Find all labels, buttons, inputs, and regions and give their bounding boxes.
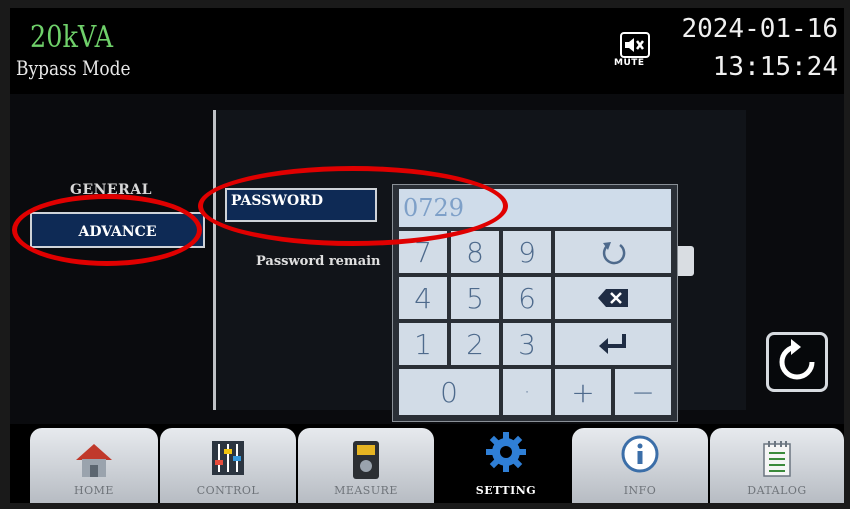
key-9[interactable]: 9 [503, 231, 551, 273]
mute-button[interactable]: MUTE [610, 22, 656, 76]
key-3[interactable]: 3 [503, 323, 551, 365]
key-backspace[interactable] [555, 277, 671, 319]
nav-measure-label: MEASURE [334, 484, 398, 497]
nav-home[interactable]: HOME [30, 428, 158, 503]
backspace-icon [598, 289, 628, 307]
bottom-nav: HOME CONTROL MEASURE SETTING INFO DATALO… [10, 424, 844, 503]
home-icon [76, 444, 112, 477]
key-0[interactable]: 0 [399, 369, 499, 415]
key-4[interactable]: 4 [399, 277, 447, 319]
nav-info-label: INFO [623, 484, 657, 497]
undo-icon [602, 242, 626, 265]
annotation-ring-password [198, 166, 508, 246]
key-6[interactable]: 6 [503, 277, 551, 319]
key-minus[interactable]: − [615, 369, 671, 415]
nav-control-label: CONTROL [196, 484, 260, 497]
password-remain-label: Password remain [256, 254, 381, 269]
nav-setting-label: SETTING [475, 484, 537, 497]
nav-home-label: HOME [74, 484, 114, 497]
key-dot[interactable]: · [503, 369, 551, 415]
datalog-notebook-icon [763, 441, 791, 477]
key-1[interactable]: 1 [399, 323, 447, 365]
control-sliders-icon [212, 441, 244, 475]
key-enter[interactable] [555, 323, 671, 365]
key-5[interactable]: 5 [451, 277, 499, 319]
rating-label: 20kVA [30, 20, 114, 55]
mode-label: Bypass Mode [16, 56, 131, 80]
speaker-mute-icon [620, 32, 650, 58]
refresh-button[interactable] [766, 332, 828, 392]
info-icon [621, 435, 659, 473]
gear-icon [486, 432, 526, 472]
menu-divider [213, 110, 216, 410]
date-display: 2024-01-16 [681, 14, 838, 44]
time-display: 13:15:24 [712, 52, 838, 82]
nav-datalog[interactable]: DATALOG [710, 428, 844, 503]
nav-datalog-label: DATALOG [747, 484, 807, 497]
status-header: 20kVA Bypass Mode MUTE 2024-01-16 13:15:… [10, 8, 844, 94]
mute-label: MUTE [614, 58, 645, 68]
key-reset[interactable] [555, 231, 671, 273]
nav-info[interactable]: INFO [572, 428, 708, 503]
key-plus[interactable]: + [555, 369, 611, 415]
key-8[interactable]: 8 [451, 231, 499, 273]
multimeter-icon [353, 441, 379, 479]
nav-setting[interactable]: SETTING [436, 428, 576, 503]
refresh-icon [779, 339, 815, 380]
key-2[interactable]: 2 [451, 323, 499, 365]
nav-measure[interactable]: MEASURE [298, 428, 434, 503]
ups-screen: 20kVA Bypass Mode MUTE 2024-01-16 13:15:… [10, 8, 844, 503]
nav-control[interactable]: CONTROL [160, 428, 296, 503]
annotation-ring-advance [12, 194, 202, 266]
enter-icon [599, 334, 626, 354]
